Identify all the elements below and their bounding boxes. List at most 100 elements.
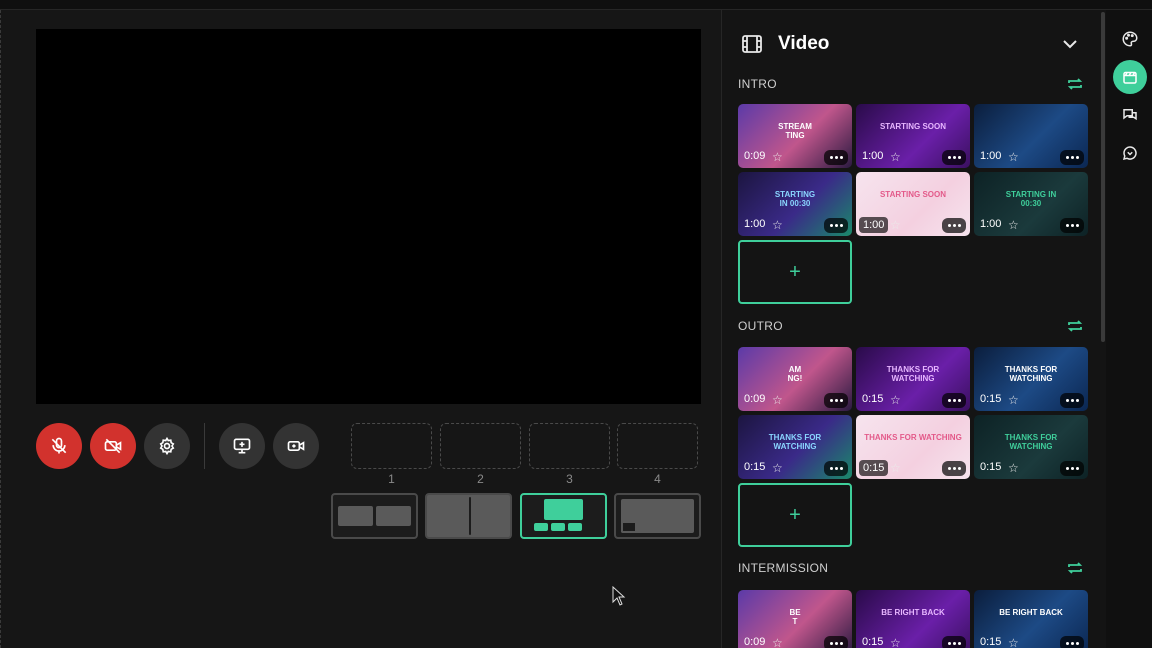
dot	[834, 224, 838, 227]
outro-thumbnail[interactable]: THANKS FOR WATCHING 0:15 ☆	[974, 347, 1088, 411]
star-icon[interactable]: ☆	[1008, 150, 1019, 164]
dot	[839, 156, 843, 159]
layout-spotlight[interactable]	[520, 493, 607, 539]
layout-block	[544, 499, 583, 520]
more-options-icon[interactable]	[824, 218, 848, 233]
duration-label: 0:15	[980, 461, 1002, 473]
dot	[952, 467, 956, 470]
add-intro-video-button[interactable]: +	[738, 240, 852, 304]
intermission-thumbnail[interactable]: BE RIGHT BACK 0:15 ☆	[856, 590, 970, 648]
intro-thumbnail[interactable]: STARTING IN 00:30 1:00 ☆	[974, 172, 1088, 236]
slot-number: 2	[477, 472, 484, 486]
section-label-outro: OUTRO	[738, 319, 783, 333]
stage-slot-2[interactable]	[440, 423, 521, 469]
rail-theme-button[interactable]	[1113, 22, 1147, 56]
stage-slot-1[interactable]	[351, 423, 432, 469]
dot	[839, 642, 843, 645]
panel-title: Video	[778, 33, 830, 54]
duration-label: 0:15	[980, 636, 1002, 648]
screen-share-icon	[233, 438, 251, 454]
loop-icon[interactable]	[1066, 318, 1084, 334]
outro-thumbnail[interactable]: THANKS FOR WATCHING 0:15 ☆	[856, 347, 970, 411]
intro-thumbnail[interactable]: 1:00 ☆	[974, 104, 1088, 168]
rail-comments-button[interactable]	[1113, 136, 1147, 170]
stage-slot-3[interactable]	[529, 423, 610, 469]
dot	[1065, 156, 1069, 159]
more-options-icon[interactable]	[1060, 393, 1084, 408]
dot	[947, 224, 951, 227]
more-options-icon[interactable]	[1060, 636, 1084, 648]
layout-block	[621, 521, 637, 533]
mouse-cursor-icon	[612, 586, 626, 606]
layout-picture-in-picture[interactable]	[614, 493, 701, 539]
layout-split[interactable]	[425, 493, 512, 539]
duration-label: 0:15	[862, 393, 884, 405]
intermission-thumbnail[interactable]: BE T 0:09 ☆	[738, 590, 852, 648]
slot-number: 1	[388, 472, 395, 486]
star-icon[interactable]: ☆	[772, 461, 783, 475]
outro-thumbnail[interactable]: THANKS FOR WATCHING 0:15 ☆	[738, 415, 852, 479]
star-icon[interactable]: ☆	[772, 393, 783, 407]
star-icon[interactable]: ☆	[772, 218, 783, 232]
star-icon[interactable]: ☆	[890, 393, 901, 407]
intro-thumbnail[interactable]: STARTING IN 00:30 1:00 ☆	[738, 172, 852, 236]
star-icon[interactable]: ☆	[772, 636, 783, 648]
star-icon[interactable]: ☆	[1008, 393, 1019, 407]
dot	[947, 399, 951, 402]
more-options-icon[interactable]	[942, 218, 966, 233]
more-options-icon[interactable]	[942, 461, 966, 476]
add-camera-button[interactable]	[273, 423, 319, 469]
more-options-icon[interactable]	[824, 461, 848, 476]
star-icon[interactable]: ☆	[1008, 461, 1019, 475]
intro-thumbnail[interactable]: STARTING SOON 1:00 ☆	[856, 104, 970, 168]
star-icon[interactable]: ☆	[890, 218, 901, 232]
more-options-icon[interactable]	[824, 150, 848, 165]
dot	[957, 642, 961, 645]
rail-video-button[interactable]	[1113, 60, 1147, 94]
camera-toggle-button[interactable]	[90, 423, 136, 469]
gear-icon	[159, 436, 175, 456]
clapperboard-icon	[1123, 71, 1137, 84]
left-edge-resize-handle[interactable]	[0, 10, 1, 648]
dot	[834, 399, 838, 402]
duration-label: 0:09	[744, 150, 766, 162]
app-root: 1 2 3 4 Video INTRO STREAM TING 0:09 ☆ STAR…	[0, 0, 1152, 648]
thumbnail-title: THANKS FOR WATCHING	[1004, 365, 1058, 383]
loop-icon[interactable]	[1066, 560, 1084, 576]
layout-side-by-side[interactable]	[331, 493, 418, 539]
outro-thumbnail[interactable]: AM NG! 0:09 ☆	[738, 347, 852, 411]
intro-thumbnail[interactable]: STARTING SOON 1:00 ☆	[856, 172, 970, 236]
star-icon[interactable]: ☆	[890, 461, 901, 475]
more-options-icon[interactable]	[1060, 218, 1084, 233]
loop-icon[interactable]	[1066, 76, 1084, 92]
outro-thumbnail[interactable]: THANKS FOR WATCHING 0:15 ☆	[856, 415, 970, 479]
outro-thumbnail[interactable]: THANKS FOR WATCHING 0:15 ☆	[974, 415, 1088, 479]
star-icon[interactable]: ☆	[890, 150, 901, 164]
more-options-icon[interactable]	[824, 636, 848, 648]
dot	[1065, 399, 1069, 402]
star-icon[interactable]: ☆	[1008, 218, 1019, 232]
dot	[834, 467, 838, 470]
intermission-thumbnail[interactable]: BE RIGHT BACK 0:15 ☆	[974, 590, 1088, 648]
panel-scrollbar[interactable]	[1101, 12, 1105, 342]
share-screen-button[interactable]	[219, 423, 265, 469]
chevron-down-icon[interactable]	[1061, 37, 1079, 51]
dot	[829, 156, 833, 159]
more-options-icon[interactable]	[942, 636, 966, 648]
more-options-icon[interactable]	[824, 393, 848, 408]
star-icon[interactable]: ☆	[1008, 636, 1019, 648]
more-options-icon[interactable]	[1060, 461, 1084, 476]
settings-button[interactable]	[144, 423, 190, 469]
thumbnail-title: THANKS FOR WATCHING	[768, 433, 822, 451]
rail-chat-button[interactable]	[1113, 98, 1147, 132]
star-icon[interactable]: ☆	[890, 636, 901, 648]
stage-slot-4[interactable]	[617, 423, 698, 469]
mic-toggle-button[interactable]	[36, 423, 82, 469]
intro-thumbnail[interactable]: STREAM TING 0:09 ☆	[738, 104, 852, 168]
star-icon[interactable]: ☆	[772, 150, 783, 164]
more-options-icon[interactable]	[942, 150, 966, 165]
thumbnail-title: THANKS FOR WATCHING	[886, 365, 940, 383]
more-options-icon[interactable]	[1060, 150, 1084, 165]
add-outro-video-button[interactable]: +	[738, 483, 852, 547]
more-options-icon[interactable]	[942, 393, 966, 408]
